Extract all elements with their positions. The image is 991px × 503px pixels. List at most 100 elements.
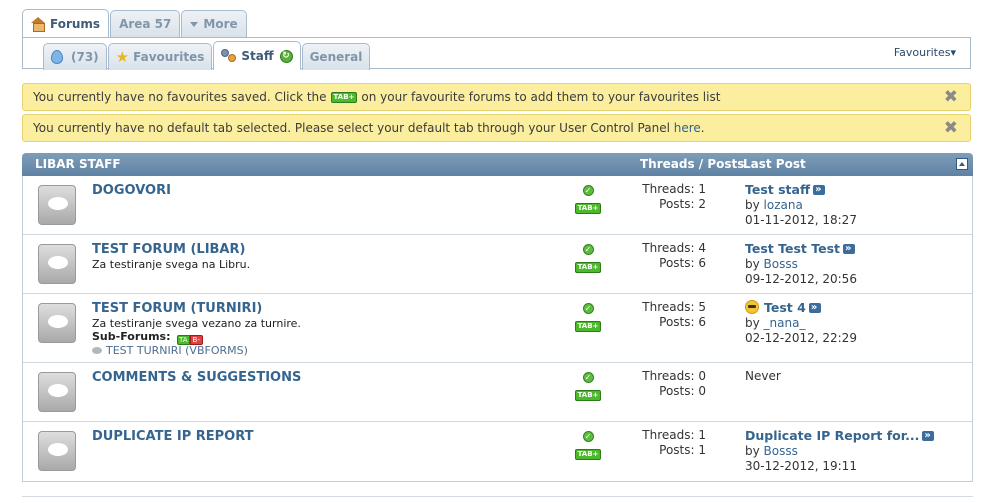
forum-threads: Threads: 5 [642, 300, 706, 314]
forum-actions: ✓ TAB+ [572, 244, 604, 273]
forum-actions: ✓ TAB+ [572, 303, 604, 332]
top-tab-bar: Forums Area 57 More [22, 9, 248, 37]
last-post: Test Test Test by Bosss 09-12-2012, 20:5… [745, 241, 857, 287]
forum-status-icon [38, 244, 76, 284]
collapse-icon[interactable] [956, 158, 968, 170]
sub-tab-bar: (73) ★ Favourites Staff ↻ General Favour… [22, 37, 971, 70]
last-post-date: 30-12-2012, 19:11 [745, 459, 857, 473]
people-icon [221, 49, 237, 63]
chevron-down-icon [190, 21, 199, 27]
last-post-title[interactable]: Test Test Test [745, 241, 840, 256]
close-icon[interactable]: ✖ [944, 120, 958, 137]
sunglasses-smiley-icon [745, 300, 759, 314]
tab-count[interactable]: (73) [43, 43, 107, 70]
forum-threads: Threads: 0 [642, 369, 706, 383]
close-icon[interactable]: ✖ [944, 89, 958, 106]
favourites-dropdown[interactable]: Favourites▾ [894, 46, 956, 59]
forum-posts: Posts: 2 [659, 197, 706, 211]
forum-title[interactable]: COMMENTS & SUGGESTIONS [92, 370, 301, 385]
tab-plus-button[interactable]: TAB+ [574, 321, 602, 332]
forum-title[interactable]: TEST FORUM (LIBAR) [92, 242, 245, 257]
last-post-author[interactable]: Bosss [764, 444, 798, 458]
tab-staff-label: Staff [241, 49, 274, 63]
forum-threads: Threads: 4 [642, 241, 706, 255]
forum-threads: Threads: 1 [642, 428, 706, 442]
last-post-by-prefix: by [745, 316, 760, 330]
notice-favourites-text-post: on your favourite forums to add them to … [361, 90, 721, 104]
tab-staff[interactable]: Staff ↻ [213, 41, 301, 70]
last-post-date: 01-11-2012, 18:27 [745, 213, 857, 227]
refresh-icon[interactable]: ↻ [279, 49, 293, 63]
divider [22, 496, 973, 497]
sub-forum-link[interactable]: TEST TURNIRI (VBFORMS) [92, 344, 248, 357]
forum-list: DOGOVORI ✓ TAB+ Threads: 1 Posts: 2 Test… [22, 176, 973, 482]
forum-description: Za testiranje svega vezano za turnire. [92, 317, 301, 330]
forum-title[interactable]: TEST FORUM (TURNIRI) [92, 301, 262, 316]
tab-plus-button[interactable]: TAB+ [574, 390, 602, 401]
star-icon: ★ [115, 47, 130, 66]
forum-stats: Threads: 0 Posts: 0 [623, 369, 706, 399]
forum-row-test-forum-turniri: TEST FORUM (TURNIRI) Za testiranje svega… [23, 294, 972, 363]
forum-row-comments-suggestions: COMMENTS & SUGGESTIONS ✓ TAB+ Threads: 0… [23, 363, 972, 422]
subscribe-icon[interactable]: ✓ [582, 244, 594, 255]
tab-more-label: More [203, 17, 238, 31]
go-to-post-icon[interactable] [842, 241, 855, 256]
tab-plus-button[interactable]: TAB+ [574, 262, 602, 273]
forum-row-dogovori: DOGOVORI ✓ TAB+ Threads: 1 Posts: 2 Test… [23, 176, 972, 235]
forum-row-test-forum-libar: TEST FORUM (LIBAR) Za testiranje svega n… [23, 235, 972, 294]
last-post: Duplicate IP Report for... by Bosss 30-1… [745, 428, 935, 474]
last-post: Test 4 by _nana_ 02-12-2012, 22:29 [745, 300, 857, 346]
tab-forums-label: Forums [50, 16, 101, 31]
last-post-title[interactable]: Test 4 [764, 300, 806, 315]
tab-favourites[interactable]: ★ Favourites [107, 43, 213, 70]
sub-forums-row: Sub-Forums: TA B- [92, 330, 203, 345]
forum-stats: Threads: 1 Posts: 2 [623, 182, 706, 212]
forum-title[interactable]: DOGOVORI [92, 183, 171, 198]
last-post-date: 09-12-2012, 20:56 [745, 272, 857, 286]
tab-plus-icon: TAB+ [330, 91, 358, 103]
forum-actions: ✓ TAB+ [572, 185, 604, 214]
last-post: Test staff by lozana 01-11-2012, 18:27 [745, 182, 857, 228]
tab-plus-button[interactable]: TAB+ [574, 449, 602, 460]
tab-area-57[interactable]: Area 57 [110, 10, 181, 37]
tab-plus-button[interactable]: TAB+ [574, 203, 602, 214]
go-to-post-icon[interactable] [813, 182, 826, 197]
sub-forums-label: Sub-Forums: [92, 330, 171, 343]
notice-here-link[interactable]: here [674, 121, 701, 135]
tab-general-label: General [309, 50, 363, 64]
last-post-title[interactable]: Test staff [745, 182, 810, 197]
forum-stats: Threads: 1 Posts: 1 [623, 428, 706, 458]
category-title[interactable]: LIBAR STAFF [35, 157, 121, 171]
notice-favourites-text-pre: You currently have no favourites saved. … [33, 90, 327, 104]
forum-threads: Threads: 1 [642, 182, 706, 196]
tab-forums[interactable]: Forums [22, 9, 110, 37]
forum-title[interactable]: DUPLICATE IP REPORT [92, 429, 254, 444]
tab-general[interactable]: General [301, 43, 371, 70]
tab-more[interactable]: More [181, 10, 247, 37]
last-post-title[interactable]: Duplicate IP Report for... [745, 428, 919, 443]
go-to-post-icon[interactable] [922, 428, 935, 443]
notice-default-tab: You currently have no default tab select… [22, 114, 971, 142]
subscribe-icon[interactable]: ✓ [582, 303, 594, 314]
subscribe-icon[interactable]: ✓ [582, 372, 594, 383]
home-icon [31, 17, 45, 32]
subscribe-icon[interactable]: ✓ [582, 185, 594, 196]
last-post-header: Last Post [743, 157, 806, 171]
last-post-author[interactable]: _nana_ [764, 316, 806, 330]
last-post-author[interactable]: lozana [764, 198, 803, 212]
last-post-by-prefix: by [745, 444, 760, 458]
last-post-date: 02-12-2012, 22:29 [745, 331, 857, 345]
forum-description: Za testiranje svega na Libru. [92, 258, 251, 271]
forum-posts: Posts: 0 [659, 384, 706, 398]
notice-default-tab-text-pre: You currently have no default tab select… [33, 121, 670, 135]
forum-status-icon [38, 185, 76, 225]
last-post-author[interactable]: Bosss [764, 257, 798, 271]
forum-status-icon [38, 303, 76, 343]
water-drop-icon [51, 50, 63, 64]
threads-posts-header: Threads / Posts [640, 157, 745, 171]
go-to-post-icon[interactable] [808, 300, 821, 315]
forum-actions: ✓ TAB+ [572, 431, 604, 460]
forum-stats: Threads: 5 Posts: 6 [623, 300, 706, 330]
speech-bubble-icon [92, 347, 102, 354]
subscribe-icon[interactable]: ✓ [582, 431, 594, 442]
